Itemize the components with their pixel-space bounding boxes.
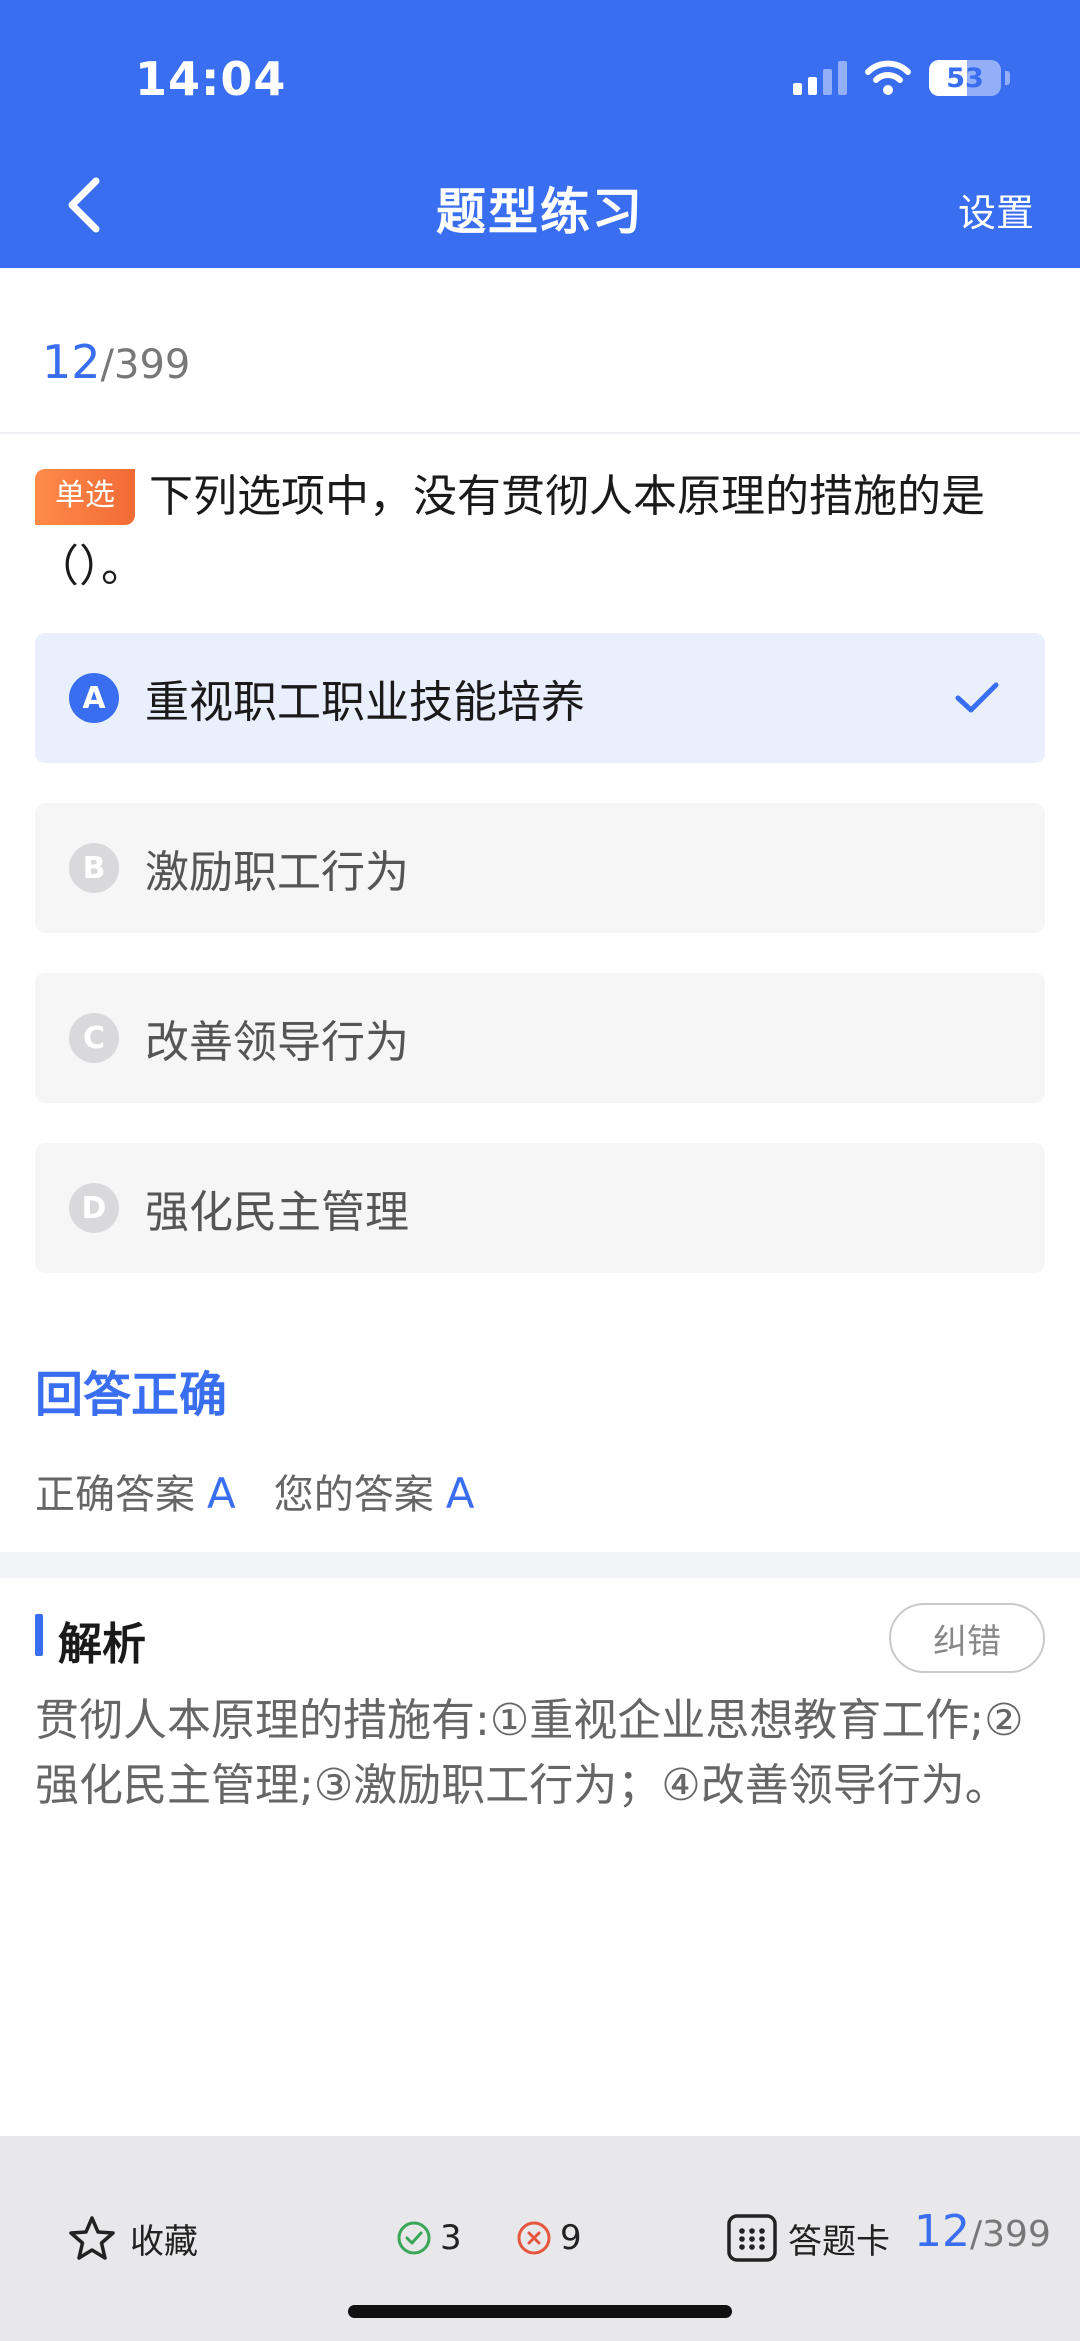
option-text: 强化民主管理 <box>145 1187 409 1238</box>
battery-icon: 53 <box>929 60 1001 96</box>
favorite-button[interactable]: 收藏 <box>68 2210 198 2266</box>
progress-total: /399 <box>100 342 191 388</box>
question-type-tag: 单选 <box>35 469 135 525</box>
option-c[interactable]: C 改善领导行为 <box>35 973 1045 1103</box>
question-stem: 单选 下列选项中，没有贯彻人本原理的措施的是（）。 <box>35 462 1045 602</box>
answer-card-button[interactable]: 答题卡 <box>726 2210 890 2266</box>
option-a[interactable]: A 重视职工职业技能培养 <box>35 633 1045 763</box>
divider <box>0 432 1080 434</box>
battery-tip <box>1005 71 1010 85</box>
grid-icon <box>727 2214 777 2262</box>
option-letter: C <box>69 1013 119 1063</box>
x-circle-icon <box>517 2221 551 2255</box>
wrong-count: 9 <box>516 2210 582 2266</box>
wifi-icon <box>865 60 911 95</box>
question-text: 下列选项中，没有贯彻人本原理的措施的是（）。 <box>35 471 985 592</box>
page-title: 题型练习 <box>436 183 644 241</box>
option-letter: A <box>69 673 119 723</box>
check-circle-icon <box>397 2221 431 2255</box>
option-b[interactable]: B 激励职工行为 <box>35 803 1045 933</box>
correct-answer-label: 正确答案 <box>35 1472 195 1518</box>
option-letter: B <box>69 843 119 893</box>
analysis-accent-bar <box>35 1614 43 1656</box>
settings-button[interactable]: 设置 <box>958 182 1034 237</box>
option-letter: D <box>69 1183 119 1233</box>
correct-answer-value: A <box>207 1469 236 1518</box>
option-d[interactable]: D 强化民主管理 <box>35 1143 1045 1273</box>
section-divider <box>0 1552 1080 1578</box>
question-progress: 12/399 <box>42 335 190 389</box>
answer-summary: 正确答案 A 您的答案 A <box>35 1462 512 1520</box>
app-header: 14:04 53 题型练习 设置 <box>0 0 1080 268</box>
home-indicator[interactable] <box>348 2305 732 2318</box>
bottom-progress: 12/399 <box>914 2206 1051 2257</box>
status-icons: 53 <box>793 58 1010 98</box>
star-icon <box>69 2216 115 2260</box>
your-answer-value: A <box>445 1469 475 1518</box>
bottom-progress-current: 12 <box>914 2206 970 2257</box>
right-count: 3 <box>396 2210 462 2266</box>
answer-card-label: 答题卡 <box>788 2221 890 2262</box>
battery-level: 53 <box>946 62 984 94</box>
wrong-count-value: 9 <box>560 2218 582 2258</box>
option-text: 重视职工职业技能培养 <box>145 677 585 728</box>
analysis-title: 解析 <box>58 1619 146 1670</box>
status-time: 14:04 <box>135 52 287 106</box>
favorite-label: 收藏 <box>130 2221 198 2262</box>
option-text: 激励职工行为 <box>145 847 409 898</box>
check-icon <box>955 682 999 713</box>
signal-icon <box>793 61 847 95</box>
analysis-text: 贯彻人本原理的措施有:①重视企业思想教育工作;②强化民主管理;③激励职工行为；④… <box>35 1695 1024 1811</box>
report-error-button[interactable]: 纠错 <box>889 1603 1045 1673</box>
right-count-value: 3 <box>440 2218 462 2258</box>
option-text: 改善领导行为 <box>145 1017 409 1068</box>
progress-current: 12 <box>42 335 101 389</box>
your-answer-label: 您的答案 <box>273 1472 434 1518</box>
result-title: 回答正确 <box>35 1367 228 1423</box>
bottom-progress-total: /399 <box>970 2214 1051 2255</box>
